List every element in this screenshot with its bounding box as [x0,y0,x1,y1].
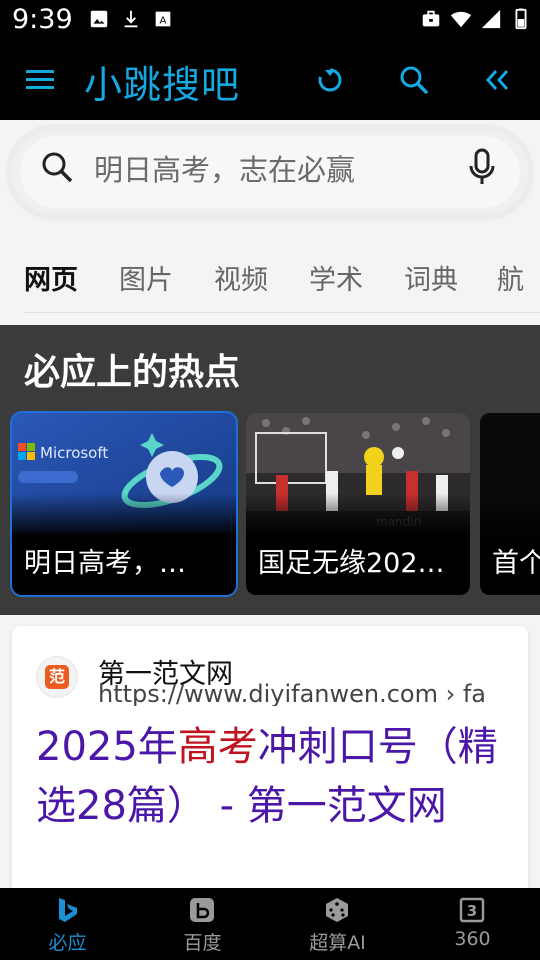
hot-card[interactable]: 首个 [480,413,540,595]
hot-card-logo-text: Microsoft [40,444,108,462]
tab-flights[interactable]: 航 [497,258,524,297]
search-input[interactable]: 明日高考，志在必赢 [94,152,434,188]
nav-item-baidu[interactable]: 百度 [135,888,270,960]
hot-card-caption: 国足无缘202… [258,548,445,579]
menu-icon[interactable] [24,64,58,96]
screen: 9:39 A 小跳搜吧 明日高考，志在必赢 网页 图片 视频 学术 词典 航 必… [0,0,540,960]
search-icon [42,152,73,183]
tabs-divider [24,312,540,313]
svg-text:A: A [160,16,167,27]
status-time: 9:39 [12,4,73,35]
hot-section-title: 必应上的热点 [24,352,241,393]
tab-academic[interactable]: 学术 [309,258,363,297]
bing-icon [59,898,77,922]
nav-label: 百度 [183,932,222,954]
content-area: 明日高考，志在必赢 网页 图片 视频 学术 词典 航 必应上的热点 Micros… [0,120,540,888]
hot-section: 必应上的热点 Microsoft 明日高考，… 国足无缘202… 首 [0,325,540,615]
nav-label: 超算AI [309,932,366,954]
status-bar: 9:39 A [0,0,540,40]
search-tabs: 网页 图片 视频 学术 词典 航 [0,250,540,302]
search-box[interactable]: 明日高考，志在必赢 [12,130,528,214]
signal-icon [481,9,501,29]
text-icon: A [155,11,171,27]
nav-label: 必应 [48,932,87,954]
result-title-link[interactable]: 2025年高考冲刺口号（精选28篇） - 第一范文网 [36,718,506,836]
tab-images[interactable]: 图片 [119,258,173,297]
search-result-card[interactable]: 范 第一范文网 https://www.diyifanwen.com › fa … [12,626,528,888]
baidu-icon [190,898,214,922]
app-title: 小跳搜吧 [84,63,241,107]
site-favicon-glyph: 范 [45,665,69,689]
search-icon[interactable] [396,62,432,98]
result-title-part1: 2025年 [36,724,178,770]
wifi-icon [450,11,472,28]
app-bar: 小跳搜吧 [0,40,540,120]
nav-label: 360 [454,928,491,950]
status-notification-icons: A [88,8,174,30]
hot-card[interactable]: Microsoft 明日高考，… [10,411,238,597]
hot-card-caption: 明日高考，… [24,548,186,579]
site-url: https://www.diyifanwen.com › fa [98,680,486,706]
number3-icon: 3 [459,897,485,923]
collapse-icon[interactable] [480,62,516,98]
tab-videos[interactable]: 视频 [214,258,268,297]
tab-webpage[interactable]: 网页 [24,258,78,297]
status-system-icons [420,8,532,30]
dice-icon [326,898,348,922]
briefcase-icon [422,10,440,27]
tab-dictionary[interactable]: 词典 [404,258,458,297]
bottom-nav: 必应 百度 超算AI 3 360 [0,888,540,960]
result-title-highlight: 高考 [177,724,258,770]
battery-icon [515,8,527,30]
svg-text:3: 3 [467,902,477,920]
download-icon [124,10,138,28]
image-icon [90,10,108,28]
site-favicon: 范 [36,656,78,698]
nav-item-bing[interactable]: 必应 [0,888,135,960]
microphone-icon[interactable] [467,148,497,186]
nav-item-ai[interactable]: 超算AI [270,888,405,960]
nav-item-360[interactable]: 3 360 [405,888,540,960]
hot-card-caption: 首个 [492,548,540,579]
hot-card[interactable]: mandiri 国足无缘202… [246,413,470,595]
refresh-icon[interactable] [312,62,348,98]
